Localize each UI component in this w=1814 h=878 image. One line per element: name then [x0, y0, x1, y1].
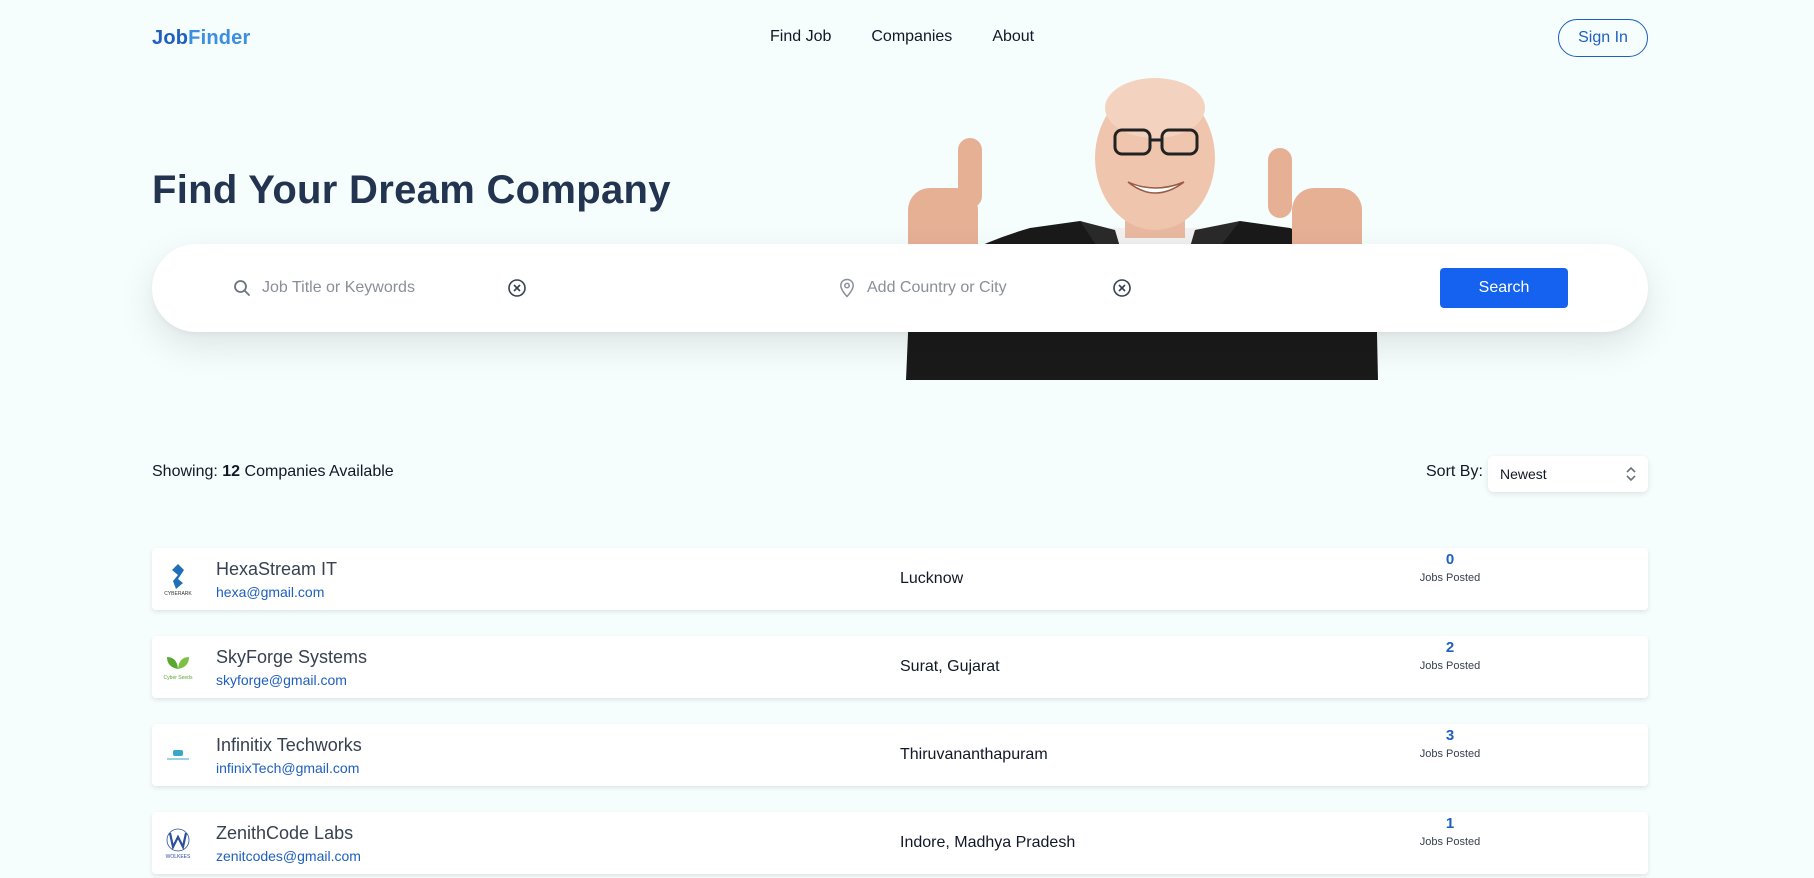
company-location: Surat, Gujarat [900, 658, 1000, 675]
search-bar: Job Title or Keywords Add Country or Cit… [152, 244, 1648, 332]
company-email[interactable]: skyforge@gmail.com [216, 672, 347, 688]
location-placeholder: Add Country or City [867, 279, 1007, 296]
company-email[interactable]: infinixTech@gmail.com [216, 760, 359, 776]
jobs-label: Jobs Posted [1419, 660, 1481, 672]
jobs-label: Jobs Posted [1419, 572, 1481, 584]
logo-part-job: Job [152, 27, 189, 49]
company-row[interactable]: Infinitix Techworks infinixTech@gmail.co… [152, 724, 1648, 786]
sign-in-button[interactable]: Sign In [1558, 19, 1648, 57]
sort-value: Newest [1500, 466, 1547, 482]
nav-links: Find Job Companies About [770, 28, 1034, 46]
jobs-count: 1 [1445, 815, 1455, 832]
chevron-up-down-icon [1624, 465, 1638, 486]
jobs-posted: 0 Jobs Posted [1402, 551, 1498, 584]
company-logo: Cyber Seeds [160, 647, 196, 687]
showing-suffix: Companies Available [244, 463, 394, 480]
jobs-posted: 1 Jobs Posted [1402, 815, 1498, 848]
companies-count: 12 [222, 463, 241, 480]
company-name[interactable]: Infinitix Techworks [216, 735, 362, 756]
company-location: Indore, Madhya Pradesh [900, 834, 1076, 851]
jobs-count: 2 [1445, 639, 1455, 656]
company-row[interactable]: CYBERARK HexaStream IT hexa@gmail.com Lu… [152, 548, 1648, 610]
location-field[interactable]: Add Country or City [837, 274, 1007, 302]
nav-link-about[interactable]: About [992, 28, 1034, 46]
jobs-count: 0 [1445, 551, 1455, 568]
company-row[interactable]: WOLKEES ZenithCode Labs zenitcodes@gmail… [152, 812, 1648, 874]
company-name[interactable]: HexaStream IT [216, 559, 337, 580]
company-name[interactable]: SkyForge Systems [216, 647, 367, 668]
clear-location-icon[interactable] [1112, 278, 1132, 298]
logo-part-finder: Finder [188, 27, 251, 49]
jobs-count: 3 [1445, 727, 1455, 744]
sort-label: Sort By: [1426, 463, 1483, 480]
company-logo: WOLKEES [160, 823, 196, 863]
nav-link-companies[interactable]: Companies [871, 28, 952, 46]
nav-link-find-job[interactable]: Find Job [770, 28, 831, 46]
hero-image [900, 78, 1380, 380]
results-count: Showing: 12 Companies Available [152, 463, 394, 481]
svg-text:CYBERARK: CYBERARK [164, 591, 192, 597]
search-icon [232, 278, 252, 298]
search-button[interactable]: Search [1440, 268, 1568, 308]
keywords-placeholder: Job Title or Keywords [262, 279, 415, 296]
jobs-posted: 2 Jobs Posted [1402, 639, 1498, 672]
clear-keywords-icon[interactable] [507, 278, 527, 298]
company-location: Lucknow [900, 570, 964, 587]
company-name[interactable]: ZenithCode Labs [216, 823, 353, 844]
showing-prefix: Showing: [152, 463, 218, 480]
top-nav: JobFinder Find Job Companies About Sign … [0, 0, 1814, 76]
company-location: Thiruvananthapuram [900, 746, 1048, 763]
jobs-label: Jobs Posted [1419, 836, 1481, 848]
svg-text:WOLKEES: WOLKEES [166, 854, 191, 860]
keywords-field[interactable]: Job Title or Keywords [232, 274, 415, 302]
location-pin-icon [837, 278, 857, 298]
logo[interactable]: JobFinder [152, 27, 251, 50]
jobs-label: Jobs Posted [1419, 748, 1481, 760]
company-row[interactable]: Cyber Seeds SkyForge Systems skyforge@gm… [152, 636, 1648, 698]
company-email[interactable]: hexa@gmail.com [216, 584, 324, 600]
company-logo [160, 735, 196, 775]
svg-text:Cyber Seeds: Cyber Seeds [164, 675, 193, 681]
company-email[interactable]: zenitcodes@gmail.com [216, 848, 361, 864]
sort-select[interactable]: Newest [1488, 456, 1648, 492]
jobs-posted: 3 Jobs Posted [1402, 727, 1498, 760]
page-title: Find Your Dream Company [152, 168, 671, 212]
company-logo: CYBERARK [160, 559, 196, 599]
